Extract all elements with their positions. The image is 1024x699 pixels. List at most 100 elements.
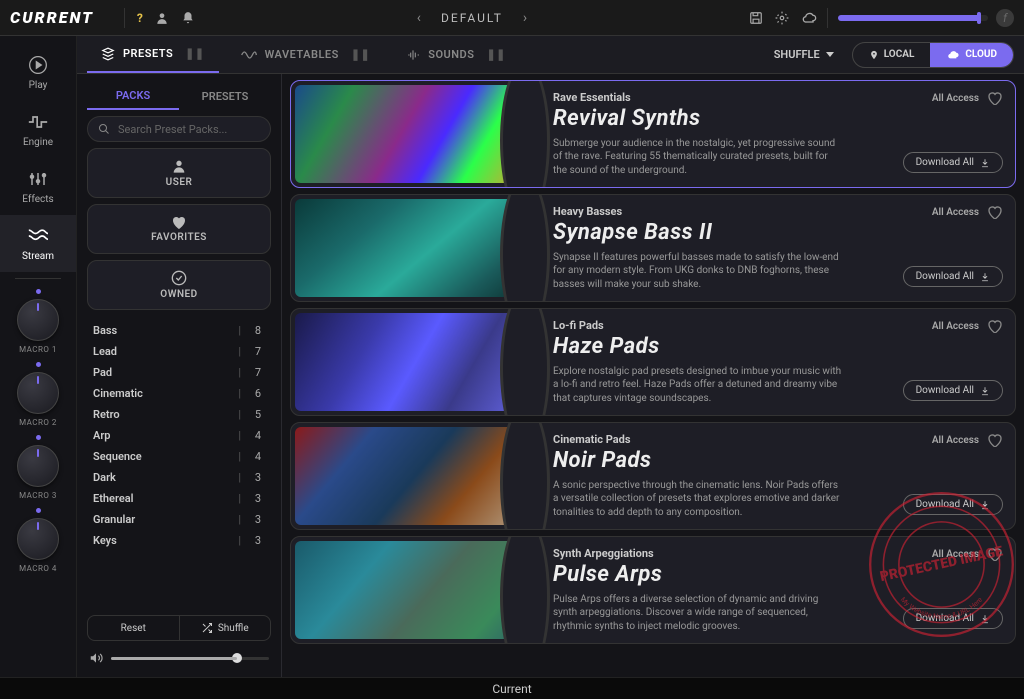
- nav-engine[interactable]: Engine: [0, 101, 76, 158]
- favorite-button[interactable]: [987, 433, 1003, 447]
- category-name: Dark: [93, 471, 230, 484]
- bottom-bar: Current: [0, 677, 1024, 699]
- pack-artwork: [291, 537, 541, 643]
- tab-label: PRESETS: [123, 47, 173, 60]
- macro-knob-3[interactable]: MACRO 3: [13, 435, 63, 500]
- pack-card[interactable]: All Access Heavy Basses Synapse Bass II …: [290, 194, 1016, 302]
- search-box[interactable]: [87, 116, 271, 142]
- card-label: FAVORITES: [151, 232, 207, 243]
- user-icon[interactable]: [155, 11, 169, 25]
- shuffle-label: Shuffle: [218, 623, 249, 634]
- pack-title: Synapse Bass II: [553, 220, 1003, 245]
- download-icon: [980, 614, 990, 624]
- category-row[interactable]: Arp|4: [87, 425, 267, 446]
- local-button[interactable]: LOCAL: [853, 43, 931, 67]
- download-icon: [980, 158, 990, 168]
- category-count: 6: [249, 387, 261, 400]
- owned-card[interactable]: OWNED: [87, 260, 271, 310]
- tab-sounds[interactable]: SOUNDS ❚❚: [392, 36, 520, 73]
- category-count: 3: [249, 471, 261, 484]
- nav-label: Effects: [22, 194, 53, 205]
- heart-icon: [171, 215, 187, 229]
- next-preset-button[interactable]: ›: [523, 10, 527, 26]
- category-row[interactable]: Retro|5: [87, 404, 267, 425]
- nav-effects[interactable]: Effects: [0, 158, 76, 215]
- subtab-presets[interactable]: PRESETS: [179, 82, 271, 110]
- access-label: All Access: [932, 549, 979, 560]
- nav-stream[interactable]: Stream: [0, 215, 76, 272]
- reset-button[interactable]: Reset: [88, 616, 180, 640]
- macro-label: MACRO 1: [19, 345, 57, 354]
- app-name-footer: Current: [492, 682, 531, 696]
- tab-wavetables[interactable]: WAVETABLES ❚❚: [227, 36, 385, 73]
- prev-preset-button[interactable]: ‹: [417, 10, 421, 26]
- pack-artwork: [291, 195, 541, 301]
- category-count: 3: [249, 492, 261, 505]
- macro-knob-1[interactable]: MACRO 1: [13, 289, 63, 354]
- presets-icon: [101, 47, 115, 61]
- pack-list[interactable]: All Access Rave Essentials Revival Synth…: [282, 74, 1024, 677]
- cloud-button[interactable]: CLOUD: [930, 43, 1013, 67]
- category-name: Sequence: [93, 450, 230, 463]
- download-all-button[interactable]: Download All: [903, 494, 1003, 515]
- help-icon[interactable]: ?: [137, 11, 143, 25]
- category-row[interactable]: Pad|7: [87, 362, 267, 383]
- preview-volume[interactable]: [87, 647, 271, 669]
- download-label: Download All: [916, 613, 974, 624]
- topbar: CURRENT ? ‹ DEFAULT › f: [0, 0, 1024, 36]
- favorite-button[interactable]: [987, 205, 1003, 219]
- bell-icon[interactable]: [181, 11, 195, 25]
- category-name: Cinematic: [93, 387, 230, 400]
- favorite-button[interactable]: [987, 547, 1003, 561]
- category-row[interactable]: Bass|8: [87, 320, 267, 341]
- download-all-button[interactable]: Download All: [903, 266, 1003, 287]
- shuffle-button[interactable]: SHUFFLE: [764, 48, 844, 61]
- user-card[interactable]: USER: [87, 148, 271, 198]
- preset-name[interactable]: DEFAULT: [441, 11, 503, 25]
- access-label: All Access: [932, 93, 979, 104]
- category-name: Lead: [93, 345, 230, 358]
- favorites-card[interactable]: FAVORITES: [87, 204, 271, 254]
- macro-knob-2[interactable]: MACRO 2: [13, 362, 63, 427]
- category-count: 4: [249, 450, 261, 463]
- cloud-icon: [946, 50, 960, 60]
- cloud-icon[interactable]: [801, 12, 817, 24]
- browser-tabs: PRESETS ❚❚ WAVETABLES ❚❚ SOUNDS ❚❚ SHUFF…: [77, 36, 1024, 74]
- master-volume-slider[interactable]: [838, 15, 988, 21]
- nav-label: Engine: [23, 137, 53, 148]
- category-row[interactable]: Lead|7: [87, 341, 267, 362]
- category-row[interactable]: Dark|3: [87, 467, 267, 488]
- pack-card[interactable]: All Access Lo-fi Pads Haze Pads Explore …: [290, 308, 1016, 416]
- subtab-packs[interactable]: PACKS: [87, 82, 179, 110]
- download-all-button[interactable]: Download All: [903, 608, 1003, 629]
- search-input[interactable]: [118, 123, 260, 136]
- category-row[interactable]: Cinematic|6: [87, 383, 267, 404]
- mute-button[interactable]: f: [996, 9, 1014, 27]
- favorite-button[interactable]: [987, 319, 1003, 333]
- macro-label: MACRO 2: [19, 418, 57, 427]
- tab-presets[interactable]: PRESETS ❚❚: [87, 36, 219, 73]
- category-name: Arp: [93, 429, 230, 442]
- save-icon[interactable]: [749, 11, 763, 25]
- pack-card[interactable]: All Access Synth Arpeggiations Pulse Arp…: [290, 536, 1016, 644]
- category-name: Retro: [93, 408, 230, 421]
- category-row[interactable]: Keys|3: [87, 530, 267, 551]
- pack-card[interactable]: All Access Rave Essentials Revival Synth…: [290, 80, 1016, 188]
- category-row[interactable]: Granular|3: [87, 509, 267, 530]
- shuffle-cats-button[interactable]: Shuffle: [180, 616, 271, 640]
- category-row[interactable]: Sequence|4: [87, 446, 267, 467]
- download-all-button[interactable]: Download All: [903, 152, 1003, 173]
- category-row[interactable]: Ethereal|3: [87, 488, 267, 509]
- download-all-button[interactable]: Download All: [903, 380, 1003, 401]
- nav-play[interactable]: Play: [0, 44, 76, 101]
- pack-artwork: [291, 423, 541, 529]
- pack-card[interactable]: All Access Cinematic Pads Noir Pads A so…: [290, 422, 1016, 530]
- check-circle-icon: [171, 270, 187, 286]
- favorite-button[interactable]: [987, 91, 1003, 105]
- gear-icon[interactable]: [775, 11, 789, 25]
- pack-title: Noir Pads: [553, 448, 1003, 473]
- local-label: LOCAL: [884, 49, 915, 60]
- download-label: Download All: [916, 499, 974, 510]
- pack-description: Synapse II features powerful basses made…: [553, 251, 843, 292]
- macro-knob-4[interactable]: MACRO 4: [13, 508, 63, 573]
